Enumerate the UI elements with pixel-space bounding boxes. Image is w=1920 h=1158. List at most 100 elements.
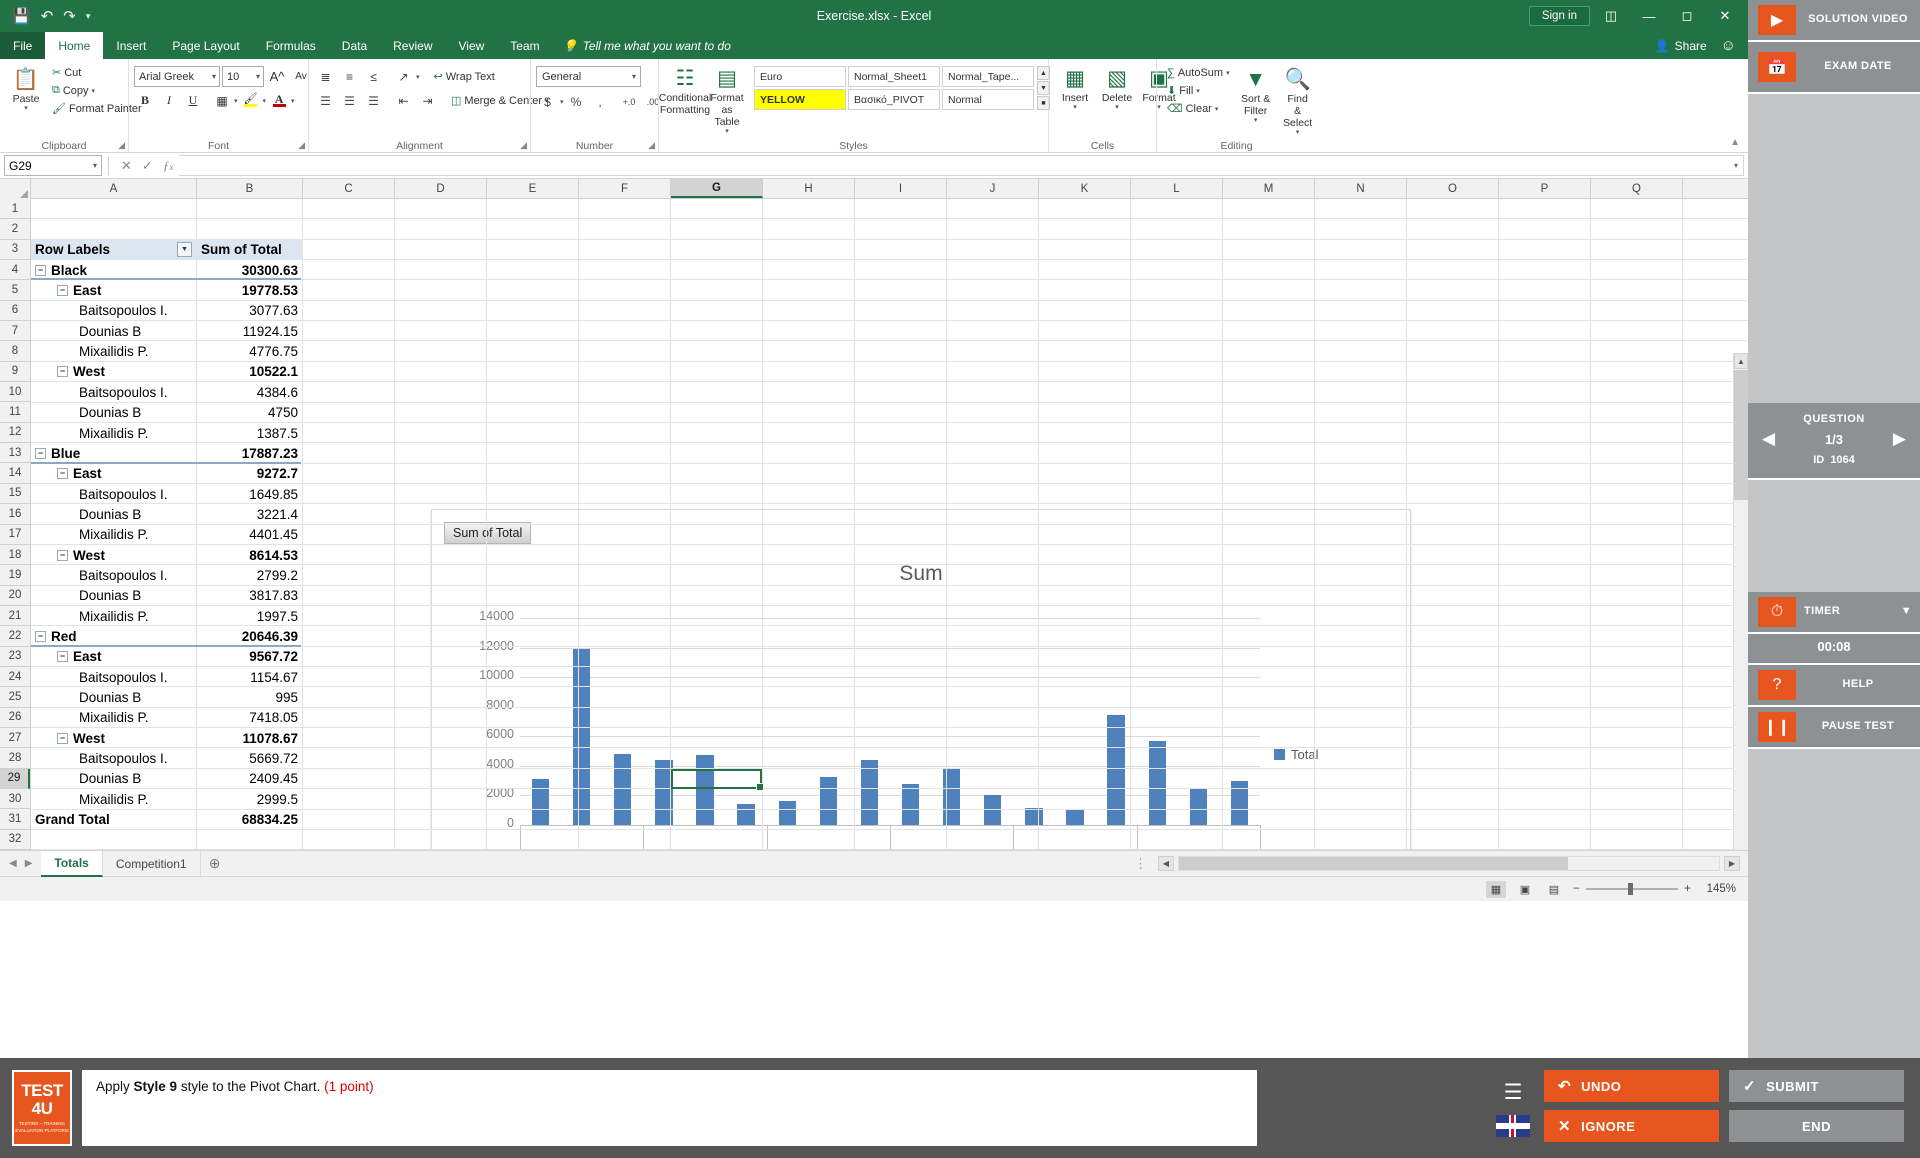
collapse-icon[interactable]: −	[57, 651, 68, 663]
pivot-row-filter-button[interactable]: ▼	[177, 242, 192, 258]
pivot-row-label[interactable]: Baitsopoulos I.	[31, 382, 196, 402]
cell-style-normal[interactable]: Normal	[942, 89, 1034, 110]
ignore-button[interactable]: ✕ IGNORE	[1544, 1110, 1719, 1142]
chart-bar[interactable]	[819, 777, 837, 825]
tab-team[interactable]: Team	[497, 32, 552, 59]
pivot-row-label[interactable]: − West	[31, 545, 196, 565]
pivot-row-label[interactable]: Dounias B	[31, 687, 196, 707]
column-header-g[interactable]: G	[671, 179, 763, 198]
increase-decimal-button[interactable]: +.0	[618, 91, 641, 112]
pivot-value-cell[interactable]: 11078.67	[197, 728, 302, 748]
row-header-3[interactable]: 3	[0, 240, 30, 261]
chart-bar[interactable]	[778, 800, 796, 825]
chart-bar[interactable]	[531, 779, 550, 825]
zoom-track[interactable]	[1585, 883, 1679, 895]
decrease-indent-button[interactable]: ⇤	[392, 90, 415, 111]
last-sheet-icon[interactable]: ▶	[25, 858, 33, 869]
collapse-icon[interactable]: −	[57, 468, 68, 480]
tab-split-handle[interactable]: ⋮	[1128, 856, 1154, 872]
pivot-row-label[interactable]: − East	[31, 464, 196, 484]
pivot-value-cell[interactable]: 68834.25	[197, 810, 302, 830]
column-header-d[interactable]: D	[395, 179, 487, 198]
number-dialog-launcher[interactable]: ◢	[648, 140, 655, 151]
pivot-value-cell[interactable]: 19778.53	[197, 280, 302, 300]
pivot-value-cell[interactable]: 1154.67	[197, 667, 302, 687]
tell-me-box[interactable]: 💡 Tell me what you want to do	[553, 32, 741, 59]
pivot-value-cell[interactable]: 2409.45	[197, 769, 302, 789]
pivot-value-cell[interactable]: 3077.63	[197, 301, 302, 321]
solution-video-button[interactable]: ▶ SOLUTION VIDEO	[1748, 0, 1920, 42]
row-header-23[interactable]: 23	[0, 647, 30, 667]
bold-button[interactable]: B	[134, 90, 156, 111]
collapse-icon[interactable]: −	[35, 447, 46, 459]
row-header-31[interactable]: 31	[0, 809, 30, 830]
number-format-select[interactable]: General	[536, 66, 641, 87]
cell-style-normal-sheet1[interactable]: Normal_Sheet1	[848, 66, 940, 87]
pivot-value-cell[interactable]: 2799.2	[197, 565, 302, 585]
orientation-button[interactable]: ↗ ▾	[392, 66, 419, 87]
page-break-view-icon[interactable]: ▤	[1544, 881, 1564, 898]
pivot-row-label[interactable]: Mixailidis P.	[31, 423, 196, 443]
font-color-button[interactable]: A ▾	[268, 90, 295, 111]
cancel-formula-icon[interactable]: ✕	[121, 158, 132, 174]
pivot-row-label[interactable]: Baitsopoulos I.	[31, 301, 196, 321]
sheet-tab-totals[interactable]: Totals	[41, 850, 103, 877]
pivot-row-label[interactable]: Dounias B	[31, 321, 196, 341]
chart-bar[interactable]	[696, 754, 714, 825]
row-header-28[interactable]: 28	[0, 748, 30, 769]
cell-area[interactable]: Sum of Total Sum 14000 12000 10000 8000 6000…	[31, 199, 1748, 850]
pivot-row-label[interactable]: − Red	[31, 626, 196, 646]
clear-button[interactable]: ⌫ Clear ▾	[1162, 100, 1235, 117]
align-left-button[interactable]: ☰	[314, 90, 337, 111]
column-header-e[interactable]: E	[487, 179, 579, 198]
tab-insert[interactable]: Insert	[103, 32, 159, 59]
chart-bar[interactable]	[901, 783, 920, 825]
autosum-button[interactable]: ∑ AutoSum ▾	[1162, 65, 1235, 81]
select-all-corner[interactable]	[0, 179, 31, 199]
row-header-9[interactable]: 9	[0, 362, 30, 383]
first-sheet-icon[interactable]: ◀	[9, 858, 17, 869]
pivot-value-cell[interactable]: 10522.1	[197, 362, 302, 382]
tab-formulas[interactable]: Formulas	[253, 32, 329, 59]
pivot-value-cell[interactable]: 4384.6	[197, 382, 302, 402]
row-header-26[interactable]: 26	[0, 708, 30, 728]
find-select-button[interactable]: 🔍 Find & Select ▾	[1277, 65, 1319, 140]
column-header-f[interactable]: F	[579, 179, 671, 198]
collapse-icon[interactable]: −	[57, 732, 68, 744]
pivot-value-cell[interactable]: 17887.23	[197, 443, 302, 463]
column-header-b[interactable]: B	[197, 179, 303, 198]
horizontal-scroll-track[interactable]	[1178, 856, 1720, 871]
comma-button[interactable]: ,	[589, 91, 612, 112]
pivot-row-label[interactable]: Baitsopoulos I.	[31, 667, 196, 687]
pivot-row-label[interactable]: − Blue	[31, 443, 196, 463]
row-header-14[interactable]: 14	[0, 463, 30, 484]
underline-button[interactable]: U	[182, 90, 204, 111]
normal-view-icon[interactable]: ▦	[1486, 880, 1506, 898]
redo-icon[interactable]: ↷	[63, 7, 76, 25]
row-header-1[interactable]: 1	[0, 199, 30, 220]
row-header-16[interactable]: 16	[0, 504, 30, 525]
vertical-scrollbar[interactable]: ▲ ▼	[1733, 353, 1748, 850]
pivot-value-cell[interactable]: 4750	[197, 403, 302, 423]
column-header-c[interactable]: C	[303, 179, 395, 198]
cell-style-yellow[interactable]: YELLOW	[754, 89, 846, 110]
column-header-q[interactable]: Q	[1591, 179, 1683, 198]
row-header-6[interactable]: 6	[0, 301, 30, 322]
menu-icon[interactable]: ☰	[1504, 1080, 1523, 1105]
row-header-8[interactable]: 8	[0, 341, 30, 362]
percent-button[interactable]: %	[565, 91, 588, 112]
smiley-feedback-icon[interactable]: ☺	[1721, 37, 1736, 54]
column-header-k[interactable]: K	[1039, 179, 1131, 198]
sign-in-button[interactable]: Sign in	[1528, 6, 1590, 26]
alignment-dialog-launcher[interactable]: ◢	[520, 140, 527, 151]
font-dialog-launcher[interactable]: ◢	[298, 140, 305, 151]
chart-legend[interactable]: Total	[1274, 747, 1318, 762]
ribbon-display-options-icon[interactable]: ◫	[1594, 3, 1628, 29]
borders-button[interactable]: ▦ ▾	[211, 90, 237, 111]
zoom-level[interactable]: 145%	[1700, 883, 1736, 895]
pivot-value-cell[interactable]: 4401.45	[197, 525, 302, 545]
row-header-13[interactable]: 13	[0, 443, 30, 464]
pivot-row-label[interactable]: Dounias B	[31, 403, 196, 423]
row-header-15[interactable]: 15	[0, 484, 30, 505]
pivot-row-label[interactable]: Mixailidis P.	[31, 708, 196, 728]
